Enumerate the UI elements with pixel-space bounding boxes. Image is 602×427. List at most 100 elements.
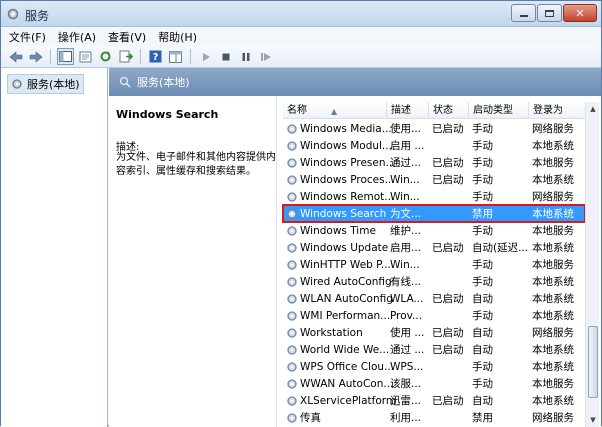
table-row[interactable]: World Wide We... 通过 ... 已启动 自动 本地系统 (283, 341, 585, 358)
cell-startup-type: 手动 (472, 378, 493, 390)
export-icon (119, 50, 133, 63)
table-row[interactable]: Workstation 使用 ... 已启动 自动 网络服务 (283, 324, 585, 341)
table-row[interactable]: Windows Update 启用... 已启动 自动(延迟... 本地系统 (283, 239, 585, 256)
console-tree-button[interactable] (57, 48, 74, 65)
column-header-name[interactable]: 名称 ▲ (283, 102, 387, 118)
tree-node-services-local[interactable]: 服务(本地) (7, 74, 84, 94)
vertical-scrollbar[interactable]: ▲ ▼ (585, 102, 599, 427)
cell-startup-type: 手动 (472, 174, 493, 186)
cell-description: 迅雷... (390, 395, 422, 407)
cell-name: 传真 (283, 410, 387, 425)
table-row[interactable]: Windows Remot... Win... 手动 网络服务 (283, 188, 585, 205)
cell-logon: 网络服务 (532, 191, 574, 203)
maximize-button[interactable] (537, 4, 562, 22)
list-header: 名称 ▲ 描述 状态 启动类型 登录为 (283, 102, 585, 119)
stop-icon (222, 53, 229, 60)
back-button[interactable] (7, 48, 24, 65)
gear-icon (287, 174, 297, 185)
cell-logon: 网络服务 (532, 412, 574, 424)
title-bar[interactable]: 服务 ✕ (1, 1, 601, 27)
gear-icon (287, 140, 297, 151)
minimize-button[interactable] (511, 4, 536, 22)
play-icon (202, 52, 210, 61)
menu-action[interactable]: 操作(A) (58, 29, 96, 45)
table-row[interactable]: Windows Proces... Win... 已启动 手动 本地系统 (283, 171, 585, 188)
help-button[interactable]: ? (147, 48, 164, 65)
gear-icon (287, 242, 297, 253)
forward-button[interactable] (27, 48, 44, 65)
gear-icon (287, 344, 297, 355)
table-row[interactable]: XLServicePlatform 迅雷... 已启动 自动 本地系统 (283, 392, 585, 409)
show-pane-button[interactable] (167, 48, 184, 65)
service-name: WWAN AutoCon... (300, 377, 394, 390)
refresh-button[interactable] (97, 48, 114, 65)
column-header-startup-type[interactable]: 启动类型 (469, 102, 529, 118)
gear-icon (287, 225, 297, 236)
pause-icon (242, 52, 249, 61)
service-name: 传真 (300, 412, 321, 424)
close-icon: ✕ (575, 6, 585, 20)
table-row[interactable]: 传真 利用... 禁用 网络服务 (283, 409, 585, 426)
export-button[interactable] (117, 48, 134, 65)
table-row[interactable]: WMI Performan... Prov... 手动 本地系统 (283, 307, 585, 324)
cell-status: 已启动 (432, 123, 464, 135)
scroll-thumb[interactable] (588, 326, 598, 398)
cell-startup-type: 手动 (472, 157, 493, 169)
cell-description: Prov... (390, 309, 423, 322)
menu-bar: 文件(F) 操作(A) 查看(V) 帮助(H) (1, 27, 601, 46)
services-list: 名称 ▲ 描述 状态 启动类型 登录为 Windows Media... 使用..… (279, 96, 601, 427)
table-row[interactable]: WLAN AutoConfig WLA... 已启动 自动 本地系统 (283, 290, 585, 307)
cell-logon: 本地系统 (532, 344, 574, 356)
gear-icon (287, 276, 297, 287)
restart-service-button[interactable] (257, 48, 274, 65)
table-row[interactable]: WWAN AutoCon... 该服... 手动 本地服务 (283, 375, 585, 392)
cell-logon: 本地系统 (532, 293, 574, 305)
gear-icon (287, 361, 297, 372)
cell-startup-type: 手动 (472, 361, 493, 373)
gear-icon (287, 395, 297, 406)
stop-service-button[interactable] (217, 48, 234, 65)
scroll-up-arrow[interactable]: ▲ (586, 102, 600, 116)
menu-help[interactable]: 帮助(H) (158, 29, 197, 45)
table-row-selected[interactable]: Windows Search 为文... 禁用 本地系统 (282, 204, 586, 223)
menu-view[interactable]: 查看(V) (108, 29, 146, 45)
back-arrow-icon (9, 50, 22, 63)
gear-icon (7, 8, 19, 20)
column-header-logon[interactable]: 登录为 (529, 102, 585, 118)
refresh-icon (100, 51, 111, 62)
cell-startup-type: 自动(延迟... (472, 242, 529, 254)
scroll-down-arrow[interactable]: ▼ (586, 413, 600, 427)
properties-button[interactable] (77, 48, 94, 65)
cell-status: 已启动 (432, 395, 464, 407)
start-service-button[interactable] (197, 48, 214, 65)
table-row[interactable]: Windows Media... 使用... 已启动 手动 网络服务 (283, 120, 585, 137)
service-name: XLServicePlatform (300, 394, 397, 407)
table-row[interactable]: WinHTTP Web P... Win... 手动 本地服务 (283, 256, 585, 273)
detail-description: 为文件、电子邮件和其他内容提供内容索引、属性缓存和搜索结果。 (116, 152, 276, 177)
cell-logon: 本地系统 (532, 208, 574, 220)
cell-name: Windows Presen... (283, 157, 396, 169)
pause-service-button[interactable] (237, 48, 254, 65)
cell-status: 已启动 (432, 242, 464, 254)
cell-name: Workstation (283, 327, 387, 339)
cell-description: 启用 ... (390, 140, 425, 152)
table-row[interactable]: Windows Modul... 启用 ... 手动 本地系统 (283, 137, 585, 154)
table-row[interactable]: Windows Presen... 通过... 已启动 手动 本地服务 (283, 154, 585, 171)
table-row[interactable]: Windows Time 维护... 手动 本地服务 (283, 222, 585, 239)
cell-description: 该服... (390, 378, 422, 390)
column-header-status[interactable]: 状态 (429, 102, 469, 118)
service-name: Windows Update (300, 241, 389, 254)
toolbar-separator (140, 49, 141, 64)
column-header-description[interactable]: 描述 (387, 102, 429, 118)
table-row[interactable]: WPS Office Clou... WPS... 手动 本地系统 (283, 358, 585, 375)
cell-startup-type: 自动 (472, 327, 493, 339)
help-icon: ? (149, 50, 162, 63)
minimize-icon (519, 15, 528, 17)
close-button[interactable]: ✕ (563, 4, 597, 22)
menu-file[interactable]: 文件(F) (9, 29, 46, 45)
window-title: 服务 (25, 9, 50, 23)
cell-description: 通过... (390, 157, 422, 169)
search-icon (119, 76, 131, 88)
main-header: 服务(本地) (109, 68, 601, 96)
table-row[interactable]: Wired AutoConfig 有线... 手动 本地系统 (283, 273, 585, 290)
